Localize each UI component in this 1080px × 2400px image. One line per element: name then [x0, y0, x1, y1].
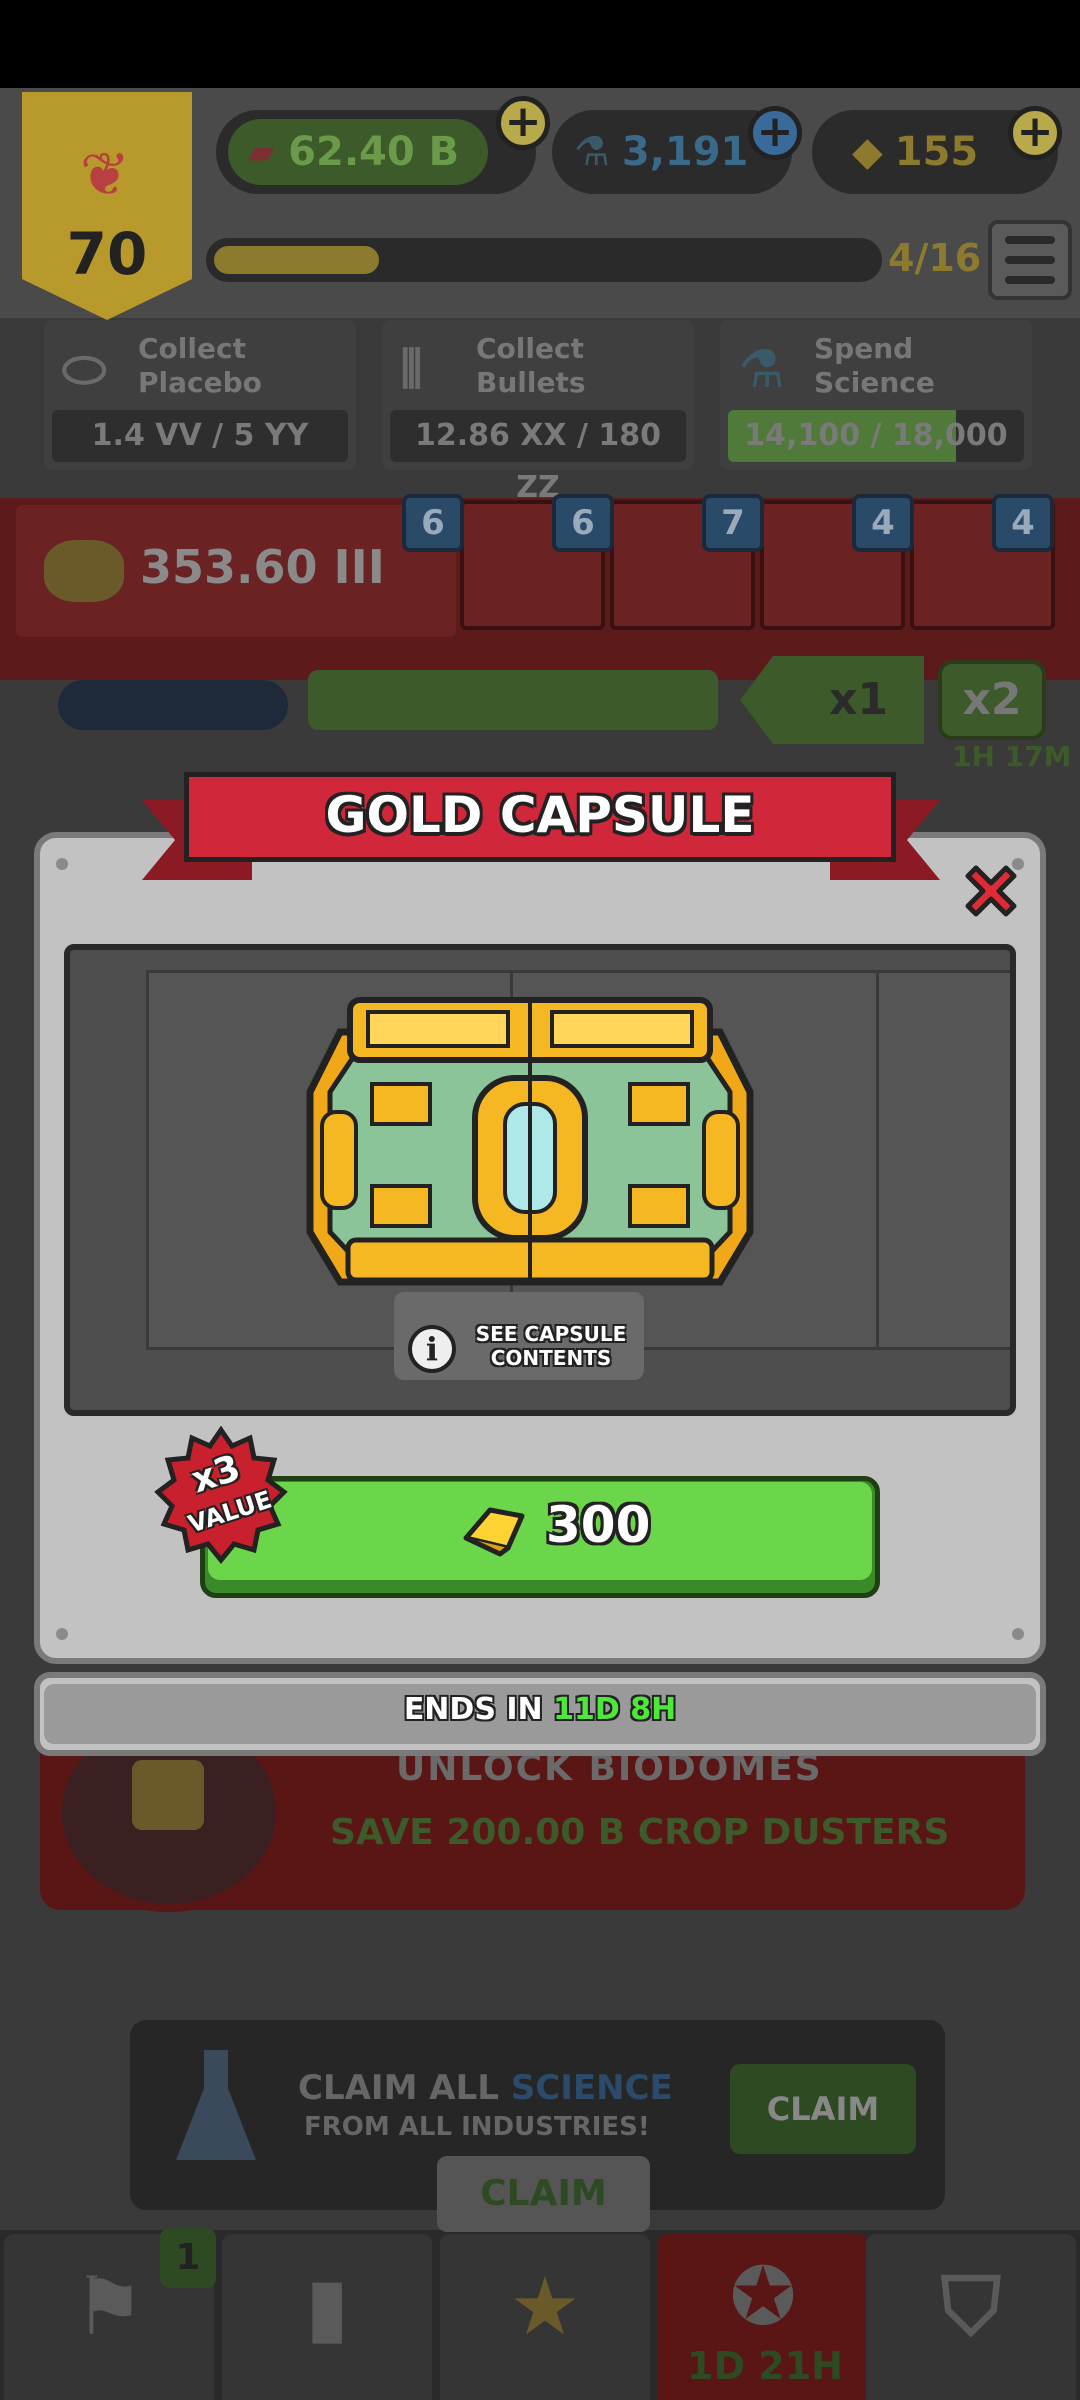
quest-card-placebo[interactable]: ⬭ Collect Placebo 1.4 VV / 5 YY [44, 320, 356, 470]
flask-icon: ⚗ [738, 340, 785, 400]
industry-count-badge: 6 [402, 494, 464, 552]
add-gold-icon[interactable]: + [1008, 106, 1062, 160]
partial-value-pill [58, 680, 288, 730]
cash-value: 62.40 B [288, 129, 460, 175]
industry-count-badge: 4 [852, 494, 914, 552]
ends-prefix: ENDS IN [403, 1692, 543, 1727]
claim-prefix: CLAIM ALL [298, 2068, 499, 2108]
close-icon [965, 865, 1017, 917]
quest-progress: 12.86 XX / 180 ZZ [390, 410, 686, 505]
wings-icon: ❦ [79, 140, 131, 210]
cash-icon: ▰ [248, 132, 275, 172]
level-number: 70 [66, 220, 148, 288]
event-timer: 1D 21H [687, 2344, 843, 2388]
quest-progress: 1.4 VV / 5 YY [52, 410, 348, 462]
tab-missions-badge: 1 [160, 2228, 216, 2288]
system-status-bar [0, 0, 1080, 88]
claim-science-subtitle: FROM ALL INDUSTRIES! [304, 2112, 650, 2142]
gold-capsule-icon [306, 997, 754, 1286]
buy-button-face [208, 1482, 872, 1580]
potato-value: 353.60 III [140, 540, 385, 594]
buy-price: 300 [546, 1496, 651, 1554]
close-button[interactable] [956, 856, 1026, 926]
quest-title: Collect Bullets [476, 332, 586, 399]
quest-title: Spend Science [814, 332, 935, 399]
rivet [56, 1628, 68, 1640]
metal-plate [876, 970, 1010, 1350]
multiplier-tag[interactable]: x1 [740, 656, 924, 744]
shop-bag-icon: ⛉ [941, 2260, 1001, 2353]
event-emblem-icon: ✪ [729, 2250, 797, 2343]
ends-hours: 8H [630, 1692, 677, 1727]
ticket-icon: ★ [509, 2260, 581, 2353]
rivet [56, 858, 68, 870]
quest-card-bullets[interactable]: ⦀ Collect Bullets 12.86 XX / 180 ZZ [382, 320, 694, 505]
quest-card-science[interactable]: ⚗ Spend Science 14,100 / 18,000 [720, 320, 1032, 470]
add-science-icon[interactable]: + [748, 106, 802, 160]
claim-highlight: SCIENCE [510, 2068, 673, 2108]
save-text: SAVE 200.00 B CROP DUSTERS [330, 1812, 950, 1853]
xp-progress-fill [214, 246, 379, 274]
add-cash-icon[interactable]: + [496, 96, 550, 150]
hamburger-menu-icon[interactable] [988, 220, 1072, 300]
flask-icon: ⚗ [574, 129, 610, 175]
cards-icon: ▮ [304, 2260, 350, 2353]
science-value: 3,191 [621, 129, 749, 175]
modal-title: GOLD CAPSULE [325, 786, 755, 844]
info-icon: i [408, 1325, 456, 1373]
claim-science-button[interactable]: CLAIM [730, 2064, 916, 2154]
gold-value: 155 [894, 129, 979, 175]
industry-count-badge: 6 [552, 494, 614, 552]
industry-count-badge: 4 [992, 494, 1054, 552]
gold-bar-icon: ◆ [852, 129, 883, 175]
buy-bar[interactable] [308, 670, 718, 730]
see-capsule-contents-label: SEE CAPSULE CONTENTS [475, 1322, 627, 1370]
gold-bar-icon [463, 1507, 525, 1557]
offer-ends-text: ENDS IN 11D 8H [34, 1692, 1046, 1727]
potato-icon [44, 540, 124, 602]
quest-title: Collect Placebo [138, 332, 262, 399]
rivet [1012, 1628, 1024, 1640]
boost-x2-button[interactable]: x2 [938, 660, 1046, 740]
xp-progress-text: 4/16 [888, 236, 982, 280]
ends-days: 11D [553, 1692, 620, 1727]
bullets-icon: ⦀ [400, 340, 423, 400]
padlock-icon [132, 1760, 204, 1830]
boost-timer: 1H 17M [952, 740, 1072, 773]
claim-science-title: CLAIM ALL SCIENCE [298, 2068, 673, 2108]
industry-count-badge: 7 [702, 494, 764, 552]
pill-icon: ⬭ [62, 340, 107, 400]
cash-counter[interactable]: ▰ 62.40 B [216, 110, 536, 194]
quest-progress: 14,100 / 18,000 [728, 410, 1024, 462]
tab-claim-button[interactable]: CLAIM [437, 2156, 650, 2232]
